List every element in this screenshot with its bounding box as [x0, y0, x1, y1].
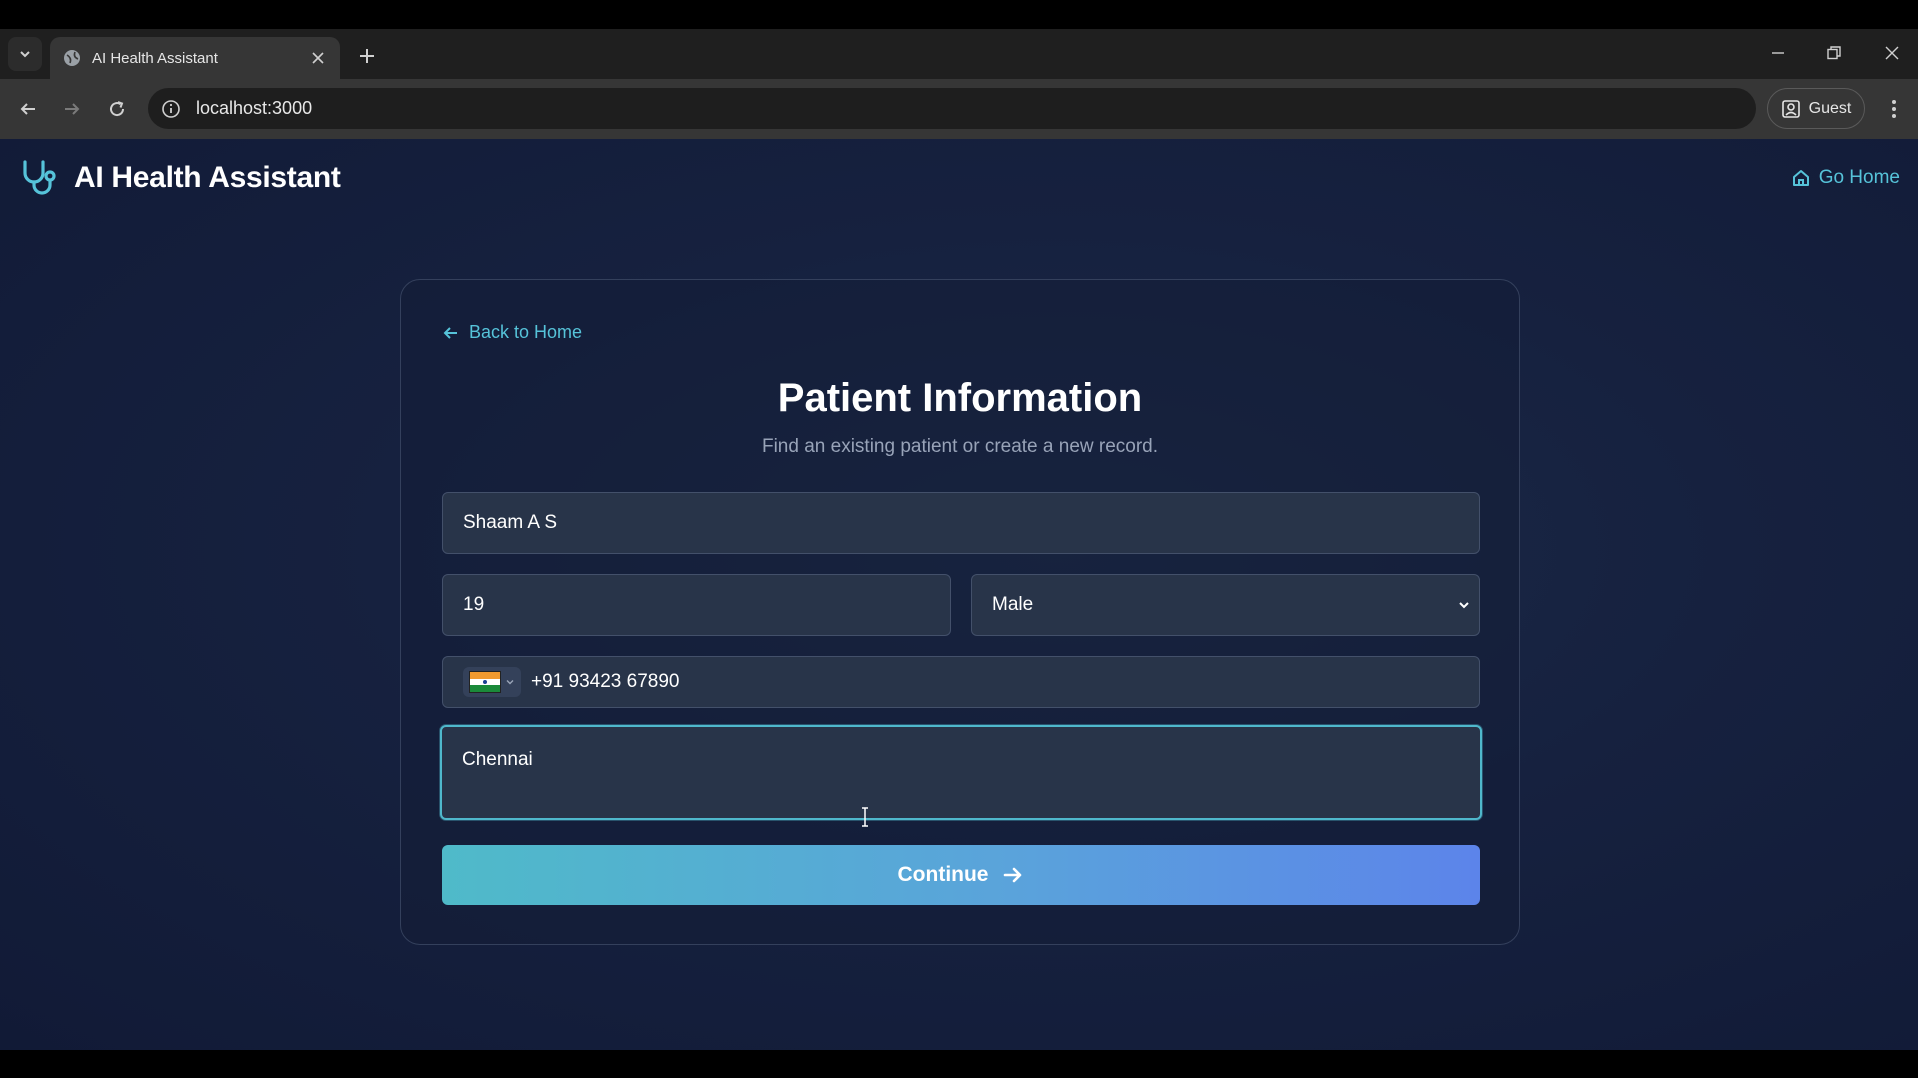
stethoscope-icon	[23, 160, 56, 195]
browser-tab-active[interactable]: AI Health Assistant	[50, 37, 340, 79]
age-value: 19	[463, 594, 485, 615]
gender-select[interactable]: Male	[971, 574, 1480, 636]
city-value: Chennai	[462, 749, 533, 770]
plus-icon	[360, 49, 374, 63]
arrow-left-icon	[443, 326, 457, 339]
browser-toolbar: localhost:3000 Guest	[0, 79, 1918, 139]
page-subtitle: Find an existing patient or create a new…	[761, 436, 1159, 457]
age-input[interactable]: 19	[442, 574, 951, 636]
reload-button[interactable]	[99, 91, 135, 127]
go-home-label: Go Home	[1818, 167, 1900, 188]
tab-title: AI Health Assistant	[92, 49, 218, 67]
chevron-down-icon	[20, 51, 30, 58]
url-text: localhost:3000	[196, 98, 313, 118]
arrow-right-icon	[65, 103, 80, 115]
back-to-home-link[interactable]: Back to Home	[443, 322, 582, 343]
profile-label: Guest	[1808, 99, 1852, 117]
more-vertical-icon	[1892, 100, 1896, 118]
window-top-edge	[0, 0, 1918, 29]
restore-button[interactable]	[1812, 33, 1856, 73]
name-input[interactable]: Shaam A S	[442, 492, 1480, 554]
minimize-button[interactable]	[1756, 33, 1800, 73]
close-icon	[1885, 46, 1899, 60]
tab-close-button[interactable]	[304, 44, 332, 72]
phone-input[interactable]: +91 93423 67890	[442, 656, 1480, 708]
patient-info-card: Back to Home Patient Information Find an…	[400, 279, 1520, 945]
profile-button[interactable]: Guest	[1767, 88, 1865, 129]
close-window-button[interactable]	[1870, 33, 1914, 73]
text-cursor-icon	[862, 807, 868, 827]
reload-icon	[110, 101, 125, 117]
forward-button[interactable]	[54, 91, 90, 127]
browser-tab-strip: AI Health Assistant	[0, 29, 1918, 79]
phone-value: +91 93423 67890	[531, 671, 680, 692]
new-tab-button[interactable]	[350, 39, 384, 73]
chevron-down-icon	[506, 680, 514, 685]
india-flag-icon	[469, 671, 501, 693]
page-viewport: AI Health Assistant Go Home Back to Home…	[0, 139, 1918, 1050]
restore-icon	[1827, 46, 1841, 60]
person-icon	[1781, 99, 1800, 118]
window-bottom-edge	[0, 1050, 1918, 1078]
globe-icon	[62, 48, 82, 68]
tab-search-button[interactable]	[8, 37, 42, 71]
continue-label: Continue	[897, 863, 989, 886]
arrow-right-icon	[1004, 867, 1022, 883]
minimize-icon	[1772, 52, 1784, 54]
city-textarea[interactable]: Chennai	[440, 725, 1482, 820]
back-button[interactable]	[10, 91, 46, 127]
browser-menu-button[interactable]	[1876, 91, 1912, 127]
arrow-left-icon	[20, 103, 35, 115]
name-value: Shaam A S	[463, 512, 558, 533]
site-info-icon[interactable]	[158, 96, 184, 122]
brand-title: AI Health Assistant	[74, 161, 341, 194]
close-icon	[312, 52, 324, 64]
page-title: Patient Information	[777, 376, 1143, 420]
continue-button[interactable]: Continue	[442, 845, 1480, 905]
gender-value: Male	[992, 594, 1034, 615]
back-label: Back to Home	[469, 322, 583, 342]
home-icon	[1792, 170, 1809, 186]
country-selector[interactable]	[463, 667, 521, 697]
go-home-link[interactable]: Go Home	[1791, 167, 1900, 189]
chevron-down-icon	[1459, 602, 1469, 609]
brand: AI Health Assistant	[20, 159, 341, 197]
address-bar[interactable]: localhost:3000	[148, 88, 1756, 129]
